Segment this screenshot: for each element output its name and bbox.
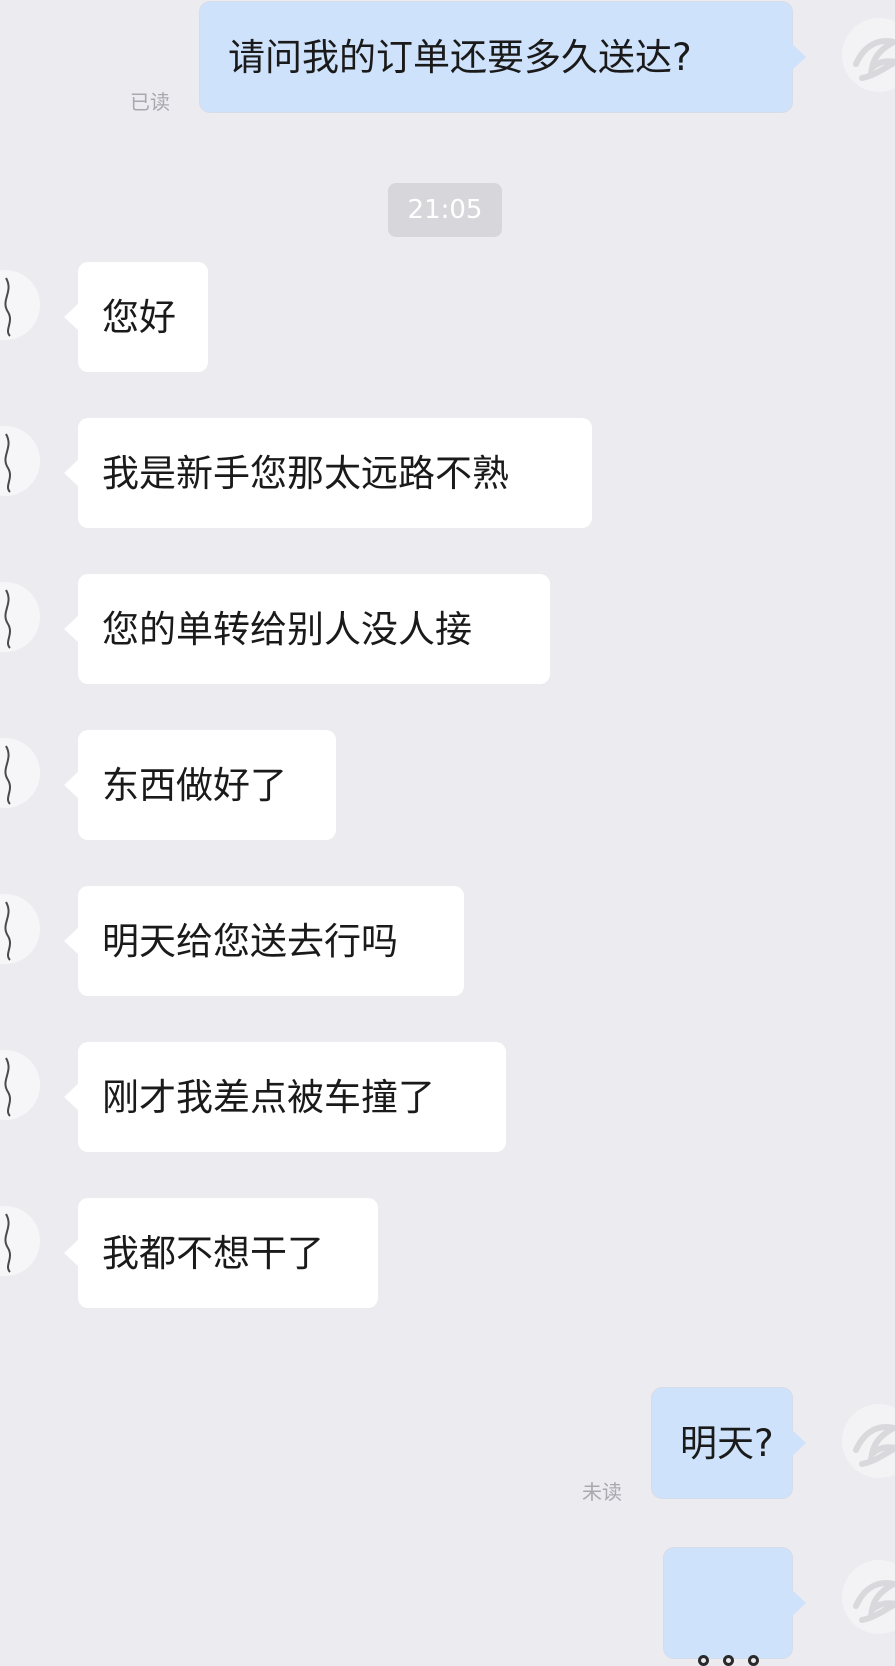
contact-avatar-icon[interactable] [0,582,40,652]
ellipsis-icon [698,1655,759,1666]
message-text: 我都不想干了 [102,1231,324,1275]
chat-window: 请问我的订单还要多久送达? 已读 21:05 您好 我是新手您那太远路不熟 您的… [0,0,895,1666]
user-avatar-icon[interactable] [842,1560,895,1634]
message-bubble-incoming[interactable]: 您好 [64,262,208,372]
contact-avatar-icon[interactable] [0,894,40,964]
contact-avatar-icon[interactable] [0,270,40,340]
message-bubble-outgoing[interactable]: 明天? [652,1388,806,1498]
message-bubble-incoming[interactable]: 我是新手您那太远路不熟 [64,418,592,528]
user-avatar-icon[interactable] [842,1404,895,1478]
timestamp-pill: 21:05 [388,183,502,237]
message-text: 刚才我差点被车撞了 [102,1075,435,1119]
message-bubble-incoming[interactable]: 东西做好了 [64,730,336,840]
read-status: 已读 [130,90,170,114]
contact-avatar-icon[interactable] [0,738,40,808]
message-text: 请问我的订单还要多久送达? [228,35,692,79]
message-bubble-outgoing[interactable] [664,1548,806,1666]
message-text: 东西做好了 [102,763,287,807]
contact-avatar-icon[interactable] [0,426,40,496]
message-text: 我是新手您那太远路不熟 [102,451,509,495]
message-text: 您的单转给别人没人接 [102,607,472,651]
contact-avatar-icon[interactable] [0,1206,40,1276]
message-bubble-incoming[interactable]: 刚才我差点被车撞了 [64,1042,506,1152]
message-text: 明天给您送去行吗 [102,919,398,963]
message-bubble-incoming[interactable]: 我都不想干了 [64,1198,378,1308]
message-bubble-incoming[interactable]: 您的单转给别人没人接 [64,574,550,684]
message-bubble-outgoing[interactable]: 请问我的订单还要多久送达? [200,2,806,112]
message-bubble-incoming[interactable]: 明天给您送去行吗 [64,886,464,996]
unread-status: 未读 [582,1480,622,1504]
contact-avatar-icon[interactable] [0,1050,40,1120]
user-avatar-icon[interactable] [842,18,895,92]
message-text: 明天? [680,1421,774,1465]
message-text: 您好 [102,295,176,339]
